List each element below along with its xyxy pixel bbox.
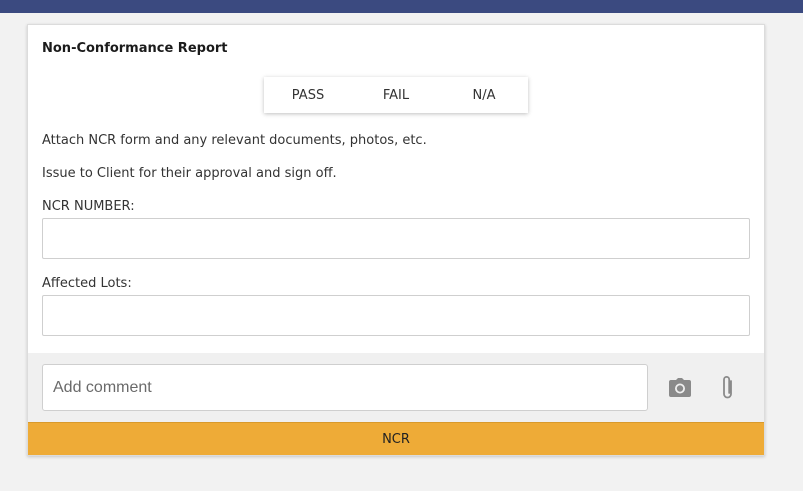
na-option[interactable]: N/A	[440, 77, 528, 113]
camera-icon[interactable]	[665, 373, 695, 403]
affected-lots-input[interactable]	[42, 295, 750, 336]
instruction-issue: Issue to Client for their approval and s…	[42, 166, 337, 181]
ncr-number-label: NCR NUMBER:	[42, 199, 135, 214]
affected-lots-label: Affected Lots:	[42, 276, 132, 291]
comment-bar	[28, 353, 764, 422]
comment-input[interactable]	[42, 364, 648, 411]
pass-option[interactable]: PASS	[264, 77, 352, 113]
fail-option[interactable]: FAIL	[352, 77, 440, 113]
pass-fail-na-selector: PASS FAIL N/A	[264, 77, 528, 113]
ncr-card: Non-Conformance Report PASS FAIL N/A Att…	[27, 24, 765, 456]
card-title: Non-Conformance Report	[42, 41, 228, 56]
ncr-number-input[interactable]	[42, 218, 750, 259]
ncr-button[interactable]: NCR	[28, 422, 764, 455]
paperclip-icon[interactable]	[713, 373, 743, 403]
instruction-attach: Attach NCR form and any relevant documen…	[42, 133, 427, 148]
top-bar	[0, 0, 803, 13]
